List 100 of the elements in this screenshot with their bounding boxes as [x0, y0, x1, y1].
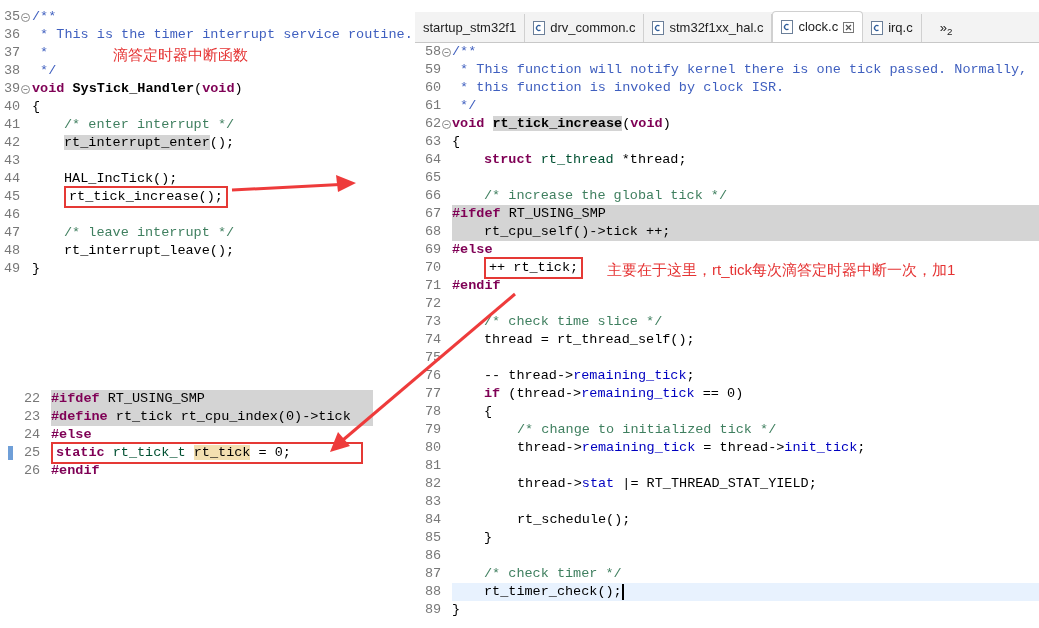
line-number: 23	[24, 408, 41, 426]
code-line: thread->stat |= RT_THREAD_STAT_YIELD;	[517, 475, 817, 493]
code-line: /* check time slice */	[484, 313, 663, 331]
code-line: {	[484, 403, 493, 421]
line-number: 45	[4, 188, 21, 206]
code-line: HAL_IncTick();	[64, 170, 178, 188]
code-line: }	[484, 529, 493, 547]
line-number: 24	[24, 426, 41, 444]
line-number: 25	[24, 444, 41, 462]
annotation-text: 主要在于这里，rt_tick每次滴答定时器中断一次，加1	[607, 260, 956, 280]
code-line: /* change to initialized tick */	[517, 421, 777, 439]
code-line: void SysTick_Handler(void)	[32, 80, 243, 98]
line-number: 80	[425, 439, 442, 457]
line-number: 46	[4, 206, 21, 224]
line-number: 70	[425, 259, 442, 277]
line-number: 66	[425, 187, 442, 205]
code-line: #ifdef RT_USING_SMP	[452, 205, 606, 223]
editor-tab[interactable]: clock.c	[772, 11, 864, 42]
line-number: 37	[4, 44, 21, 62]
collapse-icon[interactable]	[21, 12, 31, 22]
code-line: ++ rt_tick;	[489, 259, 579, 277]
code-line: #else	[452, 241, 493, 259]
line-number: 72	[425, 295, 442, 313]
code-line: /* leave interrupt */	[64, 224, 235, 242]
code-line: #define rt_tick rt_cpu_index(0)->tick	[51, 408, 351, 426]
line-number: 74	[425, 331, 442, 349]
line-number: 39	[4, 80, 21, 98]
code-line: /* check timer */	[484, 565, 622, 583]
code-line: #endif	[51, 462, 100, 480]
code-line: }	[32, 260, 41, 278]
code-line: /**	[32, 8, 57, 26]
text-cursor	[621, 584, 624, 600]
line-number: 60	[425, 79, 442, 97]
line-number: 40	[4, 98, 21, 116]
code-line: }	[452, 601, 461, 619]
code-line: */	[39, 62, 57, 80]
line-number: 62	[425, 115, 442, 133]
line-number: 79	[425, 421, 442, 439]
overflow-tabs-button[interactable]: »$_{2}$	[939, 14, 953, 42]
line-number: 22	[24, 390, 41, 408]
code-line: * this function is invoked by clock ISR.	[459, 79, 785, 97]
collapse-icon[interactable]	[21, 84, 31, 94]
code-line: if (thread->remaining_tick == 0)	[484, 385, 744, 403]
code-line: {	[32, 98, 41, 116]
code-line: #else	[51, 426, 92, 444]
line-number: 87	[425, 565, 442, 583]
line-number: 73	[425, 313, 442, 331]
line-number: 68	[425, 223, 442, 241]
code-line: /* enter interrupt */	[64, 116, 235, 134]
line-number: 81	[425, 457, 442, 475]
code-line: #ifdef RT_USING_SMP	[51, 390, 205, 408]
code-line: */	[459, 97, 477, 115]
code-line: rt_interrupt_leave();	[64, 242, 235, 260]
code-line: rt_cpu_self()->tick ++;	[484, 223, 671, 241]
line-number: 84	[425, 511, 442, 529]
line-number: 67	[425, 205, 442, 223]
code-line: * This is the timer interrupt service routine.	[39, 26, 413, 44]
line-number: 63	[425, 133, 442, 151]
code-line: void rt_tick_increase(void)	[452, 115, 671, 133]
line-number: 86	[425, 547, 442, 565]
code-line: rt_timer_check();	[484, 583, 622, 601]
code-line: /* increase the global tick */	[484, 187, 728, 205]
line-number: 36	[4, 26, 21, 44]
code-line: rt_schedule();	[517, 511, 631, 529]
line-number: 65	[425, 169, 442, 187]
code-line: thread->remaining_tick = thread->init_tick;	[517, 439, 866, 457]
line-number: 44	[4, 170, 21, 188]
line-number: 26	[24, 462, 41, 480]
line-number: 88	[425, 583, 442, 601]
code-line: rt_tick_increase();	[69, 188, 223, 206]
code-line: static rt_tick_t rt_tick = 0;	[56, 444, 291, 462]
line-number: 41	[4, 116, 21, 134]
line-number: 83	[425, 493, 442, 511]
line-number: 47	[4, 224, 21, 242]
line-number: 77	[425, 385, 442, 403]
code-line: struct rt_thread *thread;	[484, 151, 687, 169]
line-number: 48	[4, 242, 21, 260]
code-line: /**	[452, 43, 477, 61]
code-line: *	[39, 44, 49, 62]
line-number: 82	[425, 475, 442, 493]
line-number: 35	[4, 8, 21, 26]
line-number: 49	[4, 260, 21, 278]
annotation-text: 滴答定时器中断函数	[113, 45, 248, 65]
line-number: 89	[425, 601, 442, 619]
code-line: #endif	[452, 277, 501, 295]
code-line: -- thread->remaining_tick;	[484, 367, 695, 385]
line-number: 38	[4, 62, 21, 80]
line-number: 64	[425, 151, 442, 169]
collapse-icon[interactable]	[442, 119, 452, 129]
close-icon[interactable]	[843, 21, 855, 33]
line-number: 61	[425, 97, 442, 115]
line-number: 76	[425, 367, 442, 385]
code-line: {	[452, 133, 461, 151]
line-number: 43	[4, 152, 21, 170]
collapse-icon[interactable]	[442, 47, 452, 57]
line-number: 69	[425, 241, 442, 259]
code-line: * This function will notify kernel there is one tick passed. Normally,	[459, 61, 1028, 79]
line-number: 58	[425, 43, 442, 61]
line-number: 85	[425, 529, 442, 547]
line-number: 71	[425, 277, 442, 295]
